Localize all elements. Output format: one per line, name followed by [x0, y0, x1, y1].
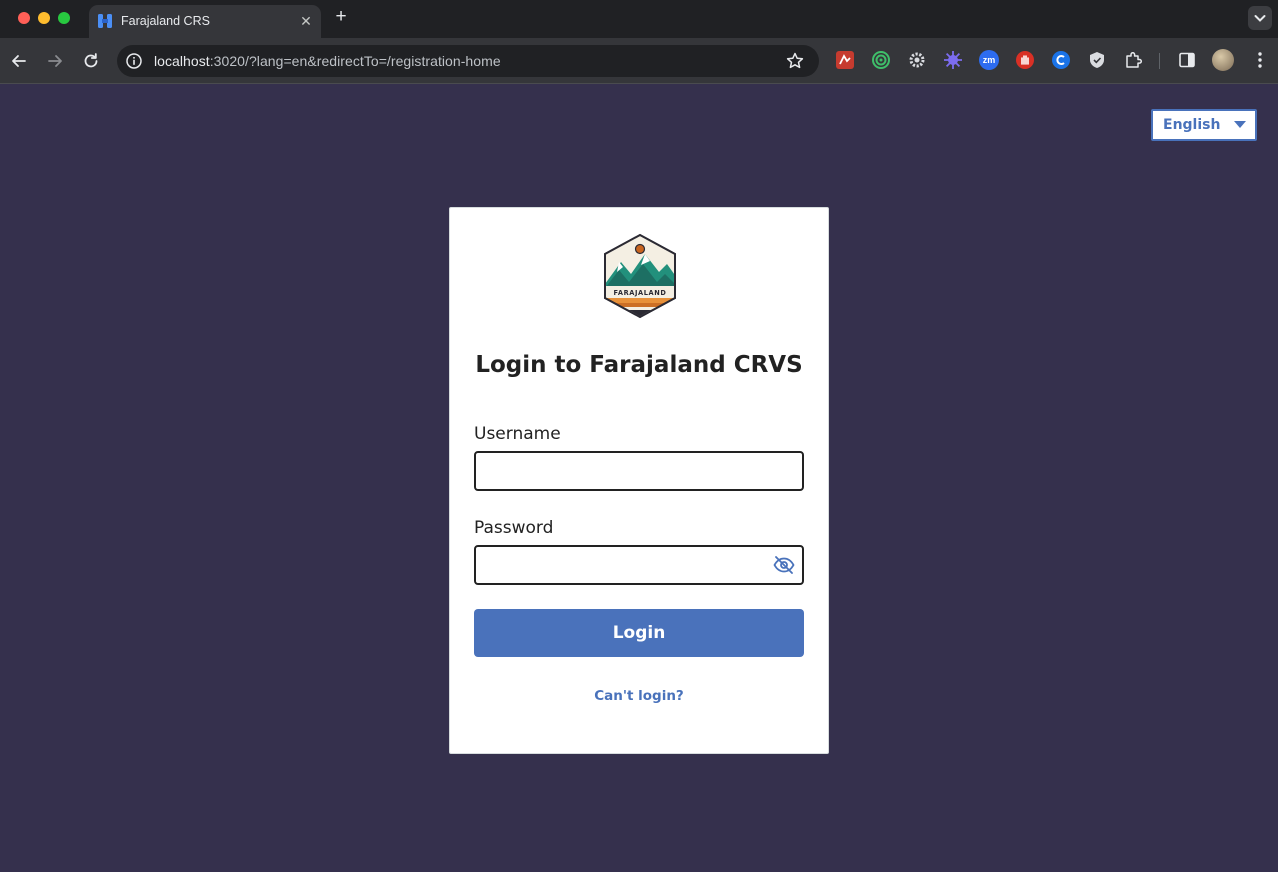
bookmark-star-icon[interactable] — [785, 51, 805, 71]
eye-off-icon[interactable] — [773, 556, 795, 574]
browser-toolbar: localhost:3020/?lang=en&redirectTo=/regi… — [0, 38, 1278, 84]
farajaland-logo: FARAJALAND — [604, 233, 676, 319]
address-bar[interactable]: localhost:3020/?lang=en&redirectTo=/regi… — [117, 45, 819, 77]
shield-extension-icon[interactable] — [1087, 50, 1107, 70]
tab-title: Farajaland CRS — [121, 14, 210, 28]
forward-arrow-icon[interactable] — [45, 51, 65, 71]
profile-avatar[interactable] — [1212, 49, 1234, 71]
language-selected-label: English — [1163, 117, 1221, 133]
username-input[interactable] — [474, 451, 804, 491]
site-info-icon[interactable] — [125, 52, 143, 70]
copilot-extension-icon[interactable] — [1051, 50, 1071, 70]
svg-text:FARAJALAND: FARAJALAND — [614, 289, 667, 297]
stop-hand-extension-icon[interactable] — [1015, 50, 1035, 70]
more-options-icon[interactable] — [1250, 50, 1270, 70]
minimize-window-button[interactable] — [38, 12, 50, 24]
new-tab-button[interactable]: + — [331, 7, 351, 27]
cant-login-link[interactable]: Can't login? — [450, 688, 828, 704]
password-label: Password — [474, 518, 554, 538]
url-text: localhost:3020/?lang=en&redirectTo=/regi… — [154, 53, 501, 69]
extension-target-icon[interactable] — [871, 50, 891, 70]
login-title: Login to Farajaland CRVS — [475, 352, 803, 378]
back-arrow-icon[interactable] — [9, 51, 29, 71]
extension-purple-icon[interactable] — [943, 50, 963, 70]
browser-tab-active[interactable]: Farajaland CRS ✕ — [89, 5, 321, 38]
login-card: FARAJALAND Login to Farajaland CRVS User… — [449, 207, 829, 754]
puzzle-extensions-icon[interactable] — [1123, 50, 1143, 70]
tab-search-button[interactable] — [1248, 6, 1272, 30]
zoom-extension-icon[interactable]: zm — [979, 50, 999, 70]
language-select[interactable]: English — [1151, 109, 1257, 141]
extension-red-icon[interactable] — [835, 50, 855, 70]
extension-gear-icon[interactable] — [907, 50, 927, 70]
maximize-window-button[interactable] — [58, 12, 70, 24]
login-button[interactable]: Login — [474, 609, 804, 657]
caret-down-icon — [1234, 121, 1246, 128]
toolbar-divider — [1159, 53, 1160, 69]
username-label: Username — [474, 424, 561, 444]
url-path: :3020/?lang=en&redirectTo=/registration-… — [209, 53, 501, 69]
url-host: localhost — [154, 53, 210, 69]
opencrvs-favicon-icon — [98, 14, 112, 28]
chevron-down-icon — [1254, 15, 1266, 22]
browser-tab-strip: Farajaland CRS ✕ + — [0, 0, 1278, 38]
password-input[interactable] — [474, 545, 804, 585]
reload-icon[interactable] — [81, 51, 101, 71]
close-tab-icon[interactable]: ✕ — [297, 12, 315, 30]
close-window-button[interactable] — [18, 12, 30, 24]
side-panel-icon[interactable] — [1177, 50, 1197, 70]
